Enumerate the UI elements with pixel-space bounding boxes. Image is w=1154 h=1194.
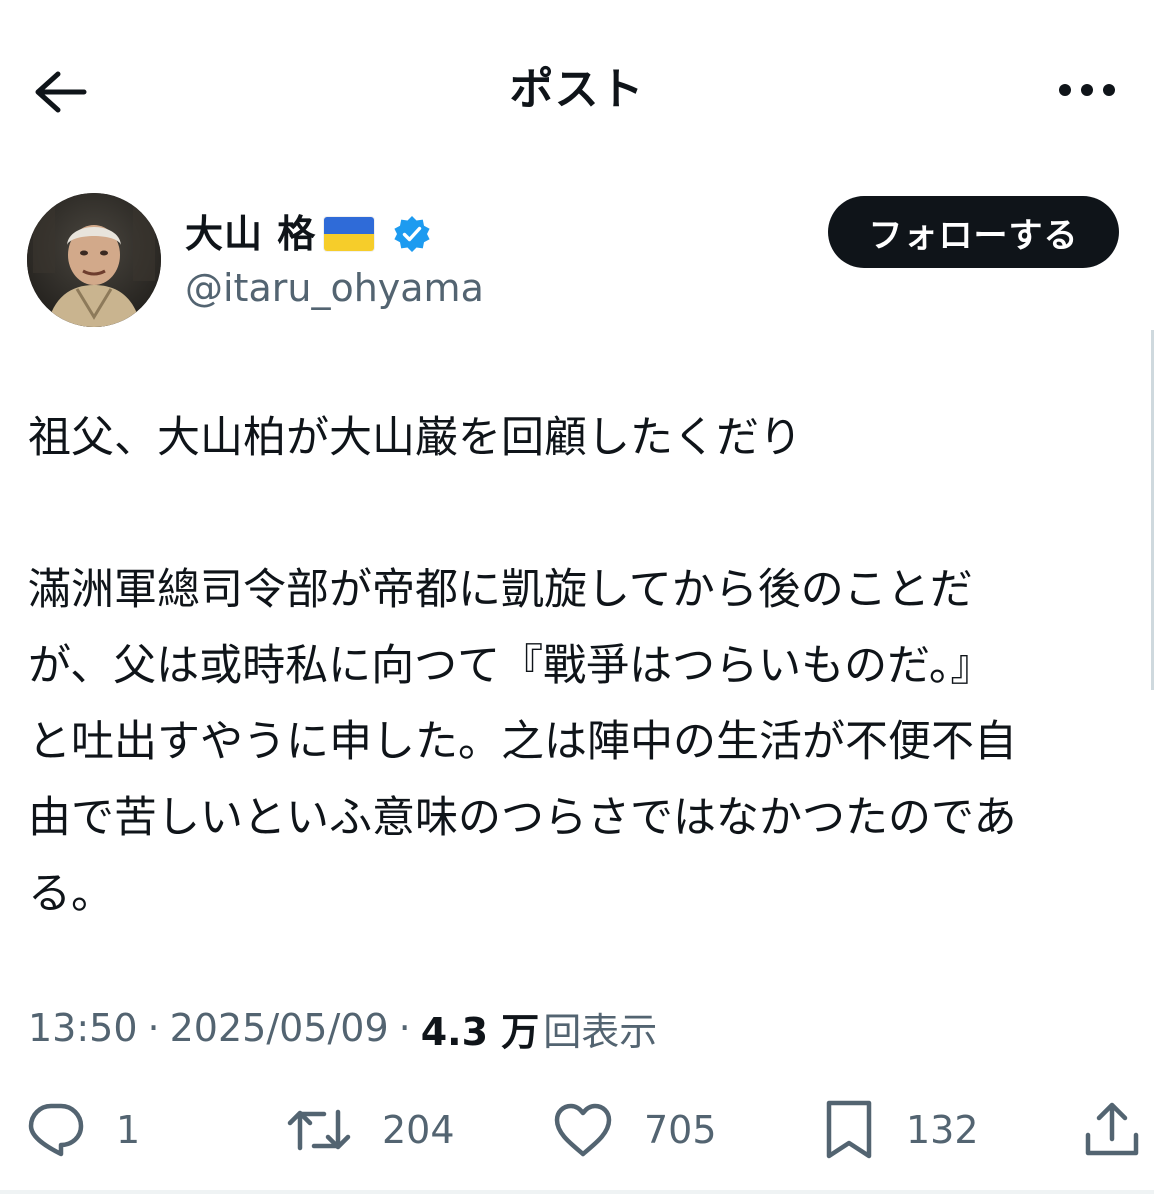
repost-icon <box>286 1102 352 1158</box>
repost-count: 204 <box>382 1108 455 1152</box>
avatar[interactable] <box>27 193 161 327</box>
bookmark-icon <box>822 1099 876 1161</box>
bookmark-button[interactable]: 132 <box>822 1098 979 1162</box>
views-label: 回表示 <box>543 1009 658 1054</box>
divider <box>0 1190 1154 1194</box>
author-name-row: 大山 格 <box>185 206 432 262</box>
top-bar: ポスト <box>0 0 1154 180</box>
like-count: 705 <box>644 1108 717 1152</box>
tweet-line: る。 <box>28 869 114 919</box>
share-button[interactable] <box>1082 1098 1142 1162</box>
tweet-date[interactable]: 2025/05/09 <box>170 1006 389 1050</box>
reply-button[interactable]: 1 <box>26 1098 140 1162</box>
separator: · <box>147 1006 160 1050</box>
tweet-metadata: 13:50 · 2025/05/09 · 4.3 万 回表示 <box>28 1000 657 1056</box>
follow-button[interactable]: フォローする <box>828 196 1119 268</box>
tweet-line: が、父は或時私に向つて『戰爭はつらいものだ。』 <box>28 641 994 691</box>
bookmark-count: 132 <box>906 1108 979 1152</box>
separator: · <box>398 1006 411 1050</box>
page-title: ポスト <box>509 64 645 115</box>
heart-icon <box>552 1102 614 1158</box>
tweet-line: 滿洲軍總司令部が帝都に凱旋してから後のことだ <box>28 565 973 615</box>
tweet-line: 由で苦しいといふ意味のつらさではなかつたのであ <box>28 793 1017 843</box>
views-count: 4.3 万 <box>420 1009 540 1054</box>
more-options-button[interactable] <box>1052 64 1122 116</box>
tweet-time[interactable]: 13:50 <box>28 1006 138 1050</box>
tweet-line: と吐出すやうに申した。之は陣中の生活が不便不自 <box>28 717 1017 767</box>
tweet-text: 祖父、大山柏が大山巌を回顧したくだり 滿洲軍總司令部が帝都に凱旋してから後のこと… <box>28 400 1128 932</box>
repost-button[interactable]: 204 <box>286 1098 455 1162</box>
tweet-line: 祖父、大山柏が大山巌を回顧したくだり <box>28 413 802 463</box>
verified-badge-icon[interactable] <box>392 214 432 254</box>
share-icon <box>1082 1099 1142 1161</box>
display-name[interactable]: 大山 格 <box>185 206 316 262</box>
ukraine-flag-icon <box>324 217 375 251</box>
reply-count: 1 <box>116 1108 141 1152</box>
user-handle[interactable]: @itaru_ohyama <box>185 262 484 314</box>
like-button[interactable]: 705 <box>552 1098 717 1162</box>
more-horizontal-icon <box>1057 82 1117 98</box>
reply-icon <box>26 1102 86 1158</box>
